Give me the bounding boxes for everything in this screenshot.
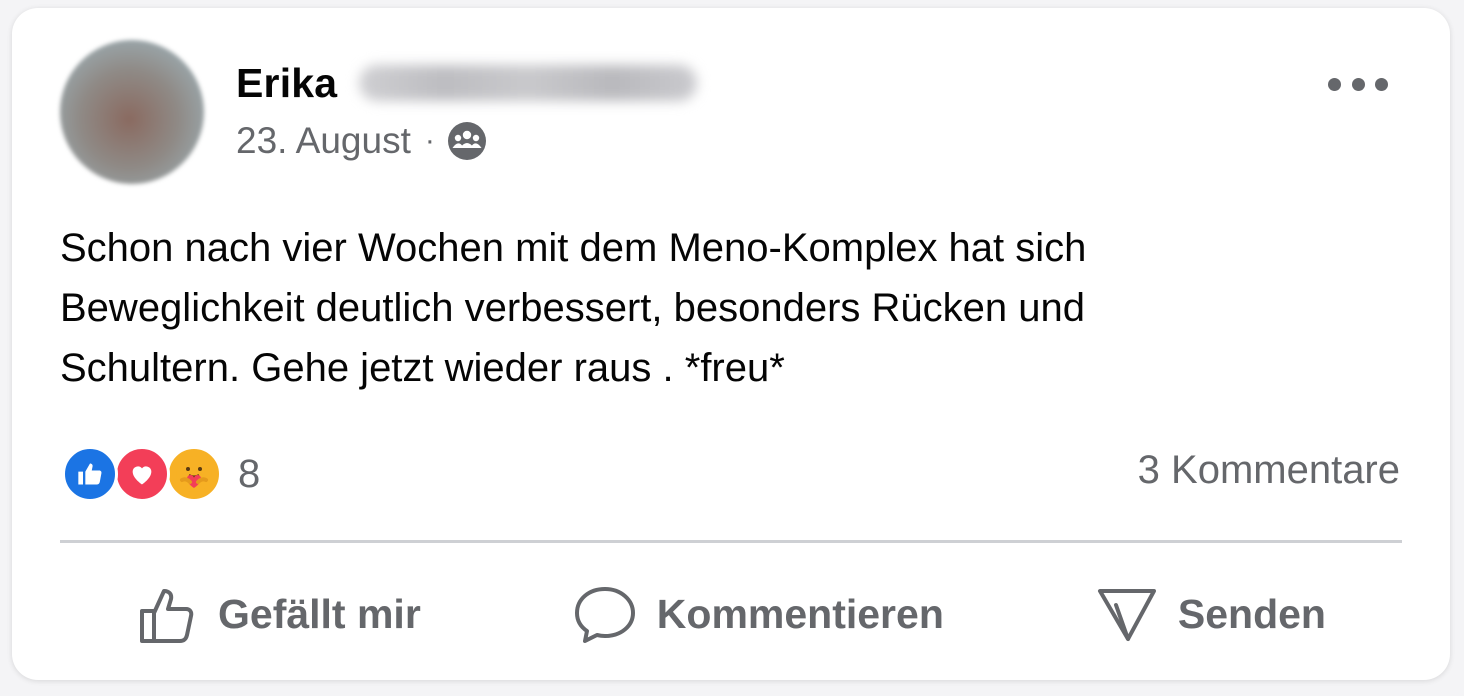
comment-button[interactable]: Kommentieren bbox=[573, 583, 944, 645]
blurred-surname bbox=[359, 65, 698, 101]
love-reaction-icon bbox=[114, 446, 170, 502]
comments-count[interactable]: 3 Kommentare bbox=[1138, 448, 1400, 493]
reaction-count: 8 bbox=[238, 451, 261, 496]
post-text-line: Schon nach vier Wochen mit dem Meno-Komp… bbox=[60, 226, 1087, 270]
like-button-label: Gefällt mir bbox=[218, 590, 421, 637]
send-button[interactable]: Senden bbox=[1096, 583, 1326, 645]
action-bar: Gefällt mir Kommentieren Senden bbox=[60, 568, 1402, 660]
divider bbox=[60, 540, 1402, 543]
send-button-label: Senden bbox=[1177, 590, 1326, 637]
post-card: Erika 23. August · Schon nach vier Woche… bbox=[12, 8, 1450, 680]
reactions-summary[interactable]: 8 bbox=[62, 444, 260, 504]
post-text-line: Beweglichkeit deutlich verbessert, beson… bbox=[60, 286, 1086, 330]
group-icon[interactable] bbox=[447, 121, 487, 161]
like-button[interactable]: Gefällt mir bbox=[136, 583, 421, 645]
comment-button-label: Kommentieren bbox=[656, 590, 944, 637]
avatar[interactable] bbox=[60, 40, 204, 184]
author-name-row[interactable]: Erika bbox=[236, 58, 698, 108]
post-text: Schon nach vier Wochen mit dem Meno-Komp… bbox=[60, 218, 1360, 398]
post-date[interactable]: 23. August bbox=[236, 120, 411, 162]
author-name[interactable]: Erika bbox=[236, 60, 337, 107]
like-reaction-icon bbox=[62, 446, 118, 502]
more-options-icon[interactable] bbox=[1328, 64, 1388, 104]
meta-separator: · bbox=[424, 124, 435, 157]
thumbs-up-icon bbox=[140, 589, 194, 643]
comment-bubble-icon bbox=[574, 587, 635, 643]
post-meta: 23. August · bbox=[236, 118, 487, 164]
send-icon bbox=[1097, 589, 1156, 641]
care-reaction-icon bbox=[166, 446, 222, 502]
post-text-line: Schultern. Gehe jetzt wieder raus . *fre… bbox=[60, 346, 785, 390]
